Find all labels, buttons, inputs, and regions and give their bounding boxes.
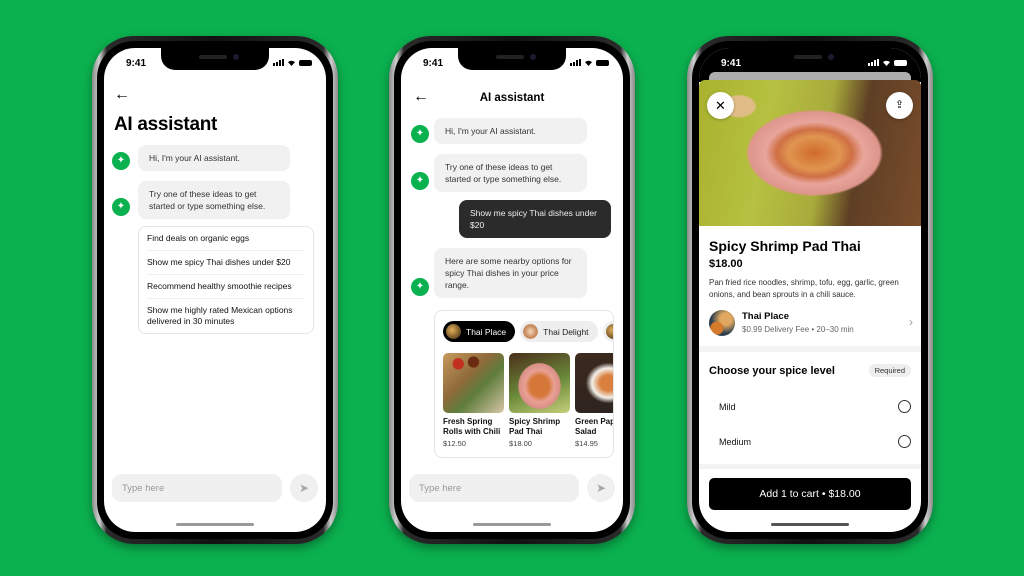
suggestion-item[interactable]: Recommend healthy smoothie recipes	[147, 275, 305, 299]
sparkle-icon: ✦	[411, 278, 429, 296]
dish-price: $14.95	[575, 439, 598, 448]
add-to-cart-button[interactable]: Add 1 to cart • $18.00	[709, 478, 911, 510]
option-label: Medium	[719, 437, 752, 447]
suggestion-item[interactable]: Show me highly rated Mexican options del…	[147, 299, 305, 333]
back-arrow-icon[interactable]: ←	[114, 86, 130, 104]
share-icon[interactable]: ⇪	[886, 92, 913, 119]
suggestion-item[interactable]: Find deals on organic eggs	[147, 227, 305, 251]
wifi-icon	[883, 60, 890, 66]
notch	[458, 48, 566, 70]
dish-name: Green Papaya Salad	[575, 417, 614, 436]
store-avatar	[446, 324, 461, 339]
screen-ai-assistant-chat: 9:41 ← AI assistant ✦ Hi, I'm your AI as…	[401, 48, 623, 532]
dish-image	[443, 353, 504, 413]
chip-label: Thai Delight	[543, 326, 589, 337]
radio-button[interactable]	[898, 400, 911, 413]
dish-name: Spicy Shrimp Pad Thai	[509, 417, 561, 436]
divider	[699, 464, 921, 469]
ai-message: Try one of these ideas to get started or…	[138, 181, 290, 219]
wifi-icon	[585, 60, 592, 66]
notch	[161, 48, 269, 70]
dish-price: $18.00	[509, 439, 532, 448]
spice-section-title: Choose your spice level	[709, 365, 835, 377]
dish-name: Fresh Spring Rolls with Chili	[443, 417, 501, 436]
phone-3: 9:41 ✕ ⇪ Spicy Shrimp Pad Thai $18.00 Pa…	[687, 36, 933, 544]
chevron-right-icon: ›	[909, 315, 913, 329]
phone-1: 9:41 ← AI assistant ✦ Hi, I'm your AI as…	[92, 36, 338, 544]
dish-image	[509, 353, 570, 413]
message-input[interactable]	[112, 474, 282, 502]
required-badge: Required	[868, 364, 911, 377]
send-icon[interactable]: ➤	[587, 474, 615, 502]
divider	[699, 346, 921, 352]
ai-message: Here are some nearby options for spicy T…	[434, 248, 587, 298]
store-chip-more[interactable]	[602, 321, 613, 342]
user-message: Show me spicy Thai dishes under $20	[459, 200, 611, 238]
spice-option-mild[interactable]: Mild	[719, 398, 911, 418]
page-title: AI assistant	[114, 114, 218, 135]
signal-icon	[868, 59, 879, 66]
send-icon[interactable]: ➤	[290, 474, 318, 502]
sparkle-icon: ✦	[411, 172, 429, 190]
screen-ai-assistant-home: 9:41 ← AI assistant ✦ Hi, I'm your AI as…	[104, 48, 326, 532]
store-chips: Thai Place Thai Delight	[443, 321, 613, 342]
sparkle-icon: ✦	[112, 152, 130, 170]
store-meta: $0.99 Delivery Fee • 20–30 min	[742, 325, 854, 334]
dish-image	[575, 353, 613, 413]
chip-label: Thai Place	[466, 326, 507, 337]
dish-price: $12.50	[443, 439, 466, 448]
phone-2: 9:41 ← AI assistant ✦ Hi, I'm your AI as…	[389, 36, 635, 544]
dish-carousel: Fresh Spring Rolls with Chili $12.50 Spi…	[443, 353, 614, 448]
dish-description: Pan fried rice noodles, shrimp, tofu, eg…	[709, 278, 899, 299]
dish-title: Spicy Shrimp Pad Thai	[709, 238, 861, 254]
radio-button[interactable]	[898, 435, 911, 448]
screen-dish-detail: 9:41 ✕ ⇪ Spicy Shrimp Pad Thai $18.00 Pa…	[699, 48, 921, 532]
close-icon[interactable]: ✕	[707, 92, 734, 119]
suggestion-item[interactable]: Show me spicy Thai dishes under $20	[147, 251, 305, 275]
store-chip-thai-delight[interactable]: Thai Delight	[520, 321, 598, 342]
battery-icon	[596, 59, 609, 66]
notch	[756, 48, 864, 70]
sparkle-icon: ✦	[411, 125, 429, 143]
store-avatar	[523, 324, 539, 339]
dish-price: $18.00	[709, 258, 743, 270]
page-title: AI assistant	[479, 92, 545, 104]
status-time: 9:41	[126, 58, 147, 69]
ai-message: Try one of these ideas to get started or…	[434, 154, 587, 192]
signal-icon	[273, 59, 284, 66]
results-card: Thai Place Thai Delight Fresh Spring Rol…	[434, 310, 614, 458]
store-row[interactable]: Thai Place $0.99 Delivery Fee • 20–30 mi…	[709, 308, 913, 338]
store-name: Thai Place	[742, 311, 789, 322]
status-time: 9:41	[423, 58, 444, 69]
store-chip-thai-place[interactable]: Thai Place	[443, 321, 516, 342]
home-indicator[interactable]	[771, 523, 849, 526]
store-avatar	[605, 324, 613, 339]
signal-icon	[570, 59, 581, 66]
ai-message: Hi, I'm your AI assistant.	[138, 145, 290, 171]
sparkle-icon: ✦	[112, 198, 130, 216]
store-avatar	[709, 310, 735, 336]
suggestion-list: Find deals on organic eggs Show me spicy…	[138, 226, 314, 334]
battery-icon	[894, 59, 907, 66]
spice-option-medium[interactable]: Medium	[719, 433, 911, 453]
dish-card[interactable]: Green Papaya Salad $14.95	[575, 353, 614, 448]
message-input[interactable]	[409, 474, 579, 502]
battery-icon	[299, 59, 312, 66]
ai-message: Hi, I'm your AI assistant.	[434, 118, 587, 144]
home-indicator[interactable]	[176, 523, 254, 526]
home-indicator[interactable]	[473, 523, 551, 526]
dish-card[interactable]: Fresh Spring Rolls with Chili $12.50	[443, 353, 504, 448]
status-time: 9:41	[721, 58, 742, 69]
wifi-icon	[288, 60, 295, 66]
option-label: Mild	[719, 402, 736, 412]
dish-card[interactable]: Spicy Shrimp Pad Thai $18.00	[509, 353, 570, 448]
